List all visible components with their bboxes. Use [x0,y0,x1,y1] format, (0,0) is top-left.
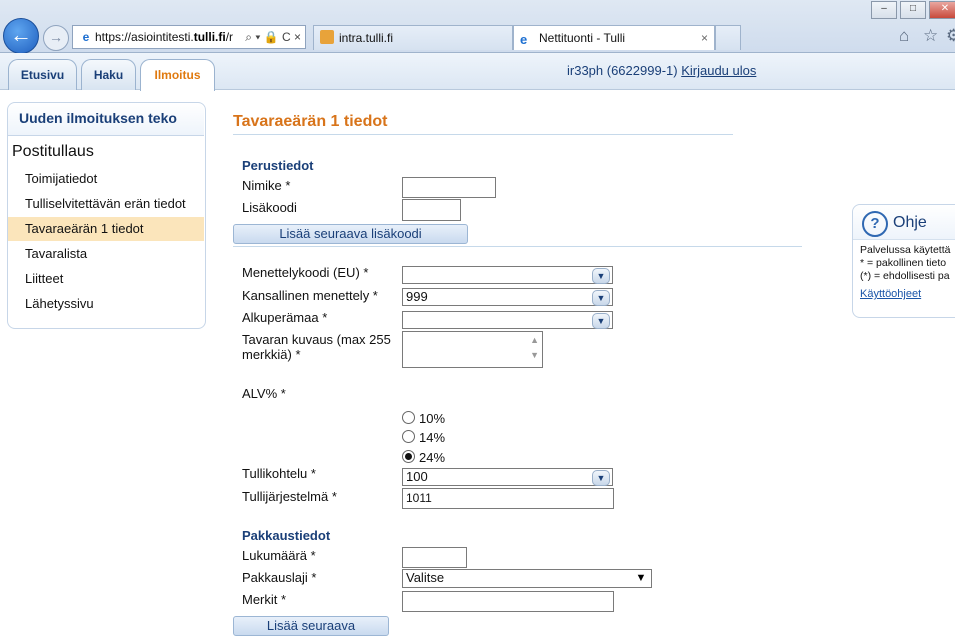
section-perustiedot: Perustiedot [242,158,314,173]
page-title: Tavaraeärän 1 tiedot [233,113,388,130]
browser-tab-intra[interactable]: intra.tulli.fi [313,25,513,50]
sidebar-title: Uuden ilmoituksen teko [19,110,177,126]
title-divider [233,134,733,135]
url-suffix: /r [225,30,234,44]
procedure-eu-select[interactable]: ▼ [402,266,613,284]
chevron-down-icon: ▼ [592,290,610,306]
chevron-down-icon: ▼ [635,572,647,584]
user-id: ir33ph (6622999-1) [567,63,678,78]
address-tools[interactable]: ⌕ ▾ 🔒 C × [245,26,301,48]
add-additional-code-button[interactable]: Lisää seuraava lisäkoodi [233,224,468,244]
radio-icon [402,411,415,424]
marks-input[interactable] [402,591,614,612]
sidebar-item-tavaralista[interactable]: Tavaralista [8,242,204,266]
url-domain: tulli.fi [193,30,226,44]
ie-page-icon: e [82,30,90,44]
sidebar-section-title: Postitullaus [12,143,94,160]
back-arrow-icon: ← [10,22,32,47]
national-procedure-value: 999 [406,289,428,304]
new-tab-button[interactable] [715,25,741,50]
vat-option-14[interactable]: 14% [402,430,445,445]
minimize-button[interactable]: – [871,1,897,19]
marks-label: Merkit * [242,592,287,607]
description-label: Tavaran kuvaus (max 255 merkkiä) * [242,332,391,362]
chevron-down-icon: ▼ [592,268,610,284]
radio-checked-icon [402,450,415,463]
origin-label: Alkuperämaa * [242,310,328,325]
customs-system-label: Tullijärjestelmä * [242,489,337,504]
logout-link[interactable]: Kirjaudu ulos [681,63,756,78]
help-title: Ohje [893,214,927,231]
back-button[interactable]: ← [3,18,39,54]
customs-treatment-label: Tullikohtelu * [242,466,316,481]
radio-icon [402,430,415,443]
nimike-input[interactable] [402,177,496,198]
procedure-eu-label: Menettelykoodi (EU) * [242,265,369,280]
home-icon[interactable]: ⌂ [899,26,909,46]
close-tab-icon[interactable]: × [701,26,708,51]
section-divider [233,246,802,247]
help-question-icon: ? [862,211,888,237]
vat-option-24[interactable]: 24% [402,450,445,465]
help-instructions-link[interactable]: Käyttöohjeet [860,288,921,300]
count-input[interactable] [402,547,467,568]
sidebar-item-tulliselvitettavan-era[interactable]: Tulliselvitettävän erän tiedot [8,192,204,216]
lisakoodi-label: Lisäkoodi [242,200,297,215]
sidebar-item-toimijatiedot[interactable]: Toimijatiedot [8,167,204,191]
help-text-line: * = pakollinen tieto [860,257,947,269]
section-pakkaustiedot: Pakkaustiedot [242,528,331,543]
package-type-value: Valitse [406,570,445,585]
vat-label: ALV% * [242,386,286,401]
browser-tab-nettituonti[interactable]: e Nettituonti - Tulli × [513,25,715,50]
tab-label: Nettituonti - Tulli [539,31,626,45]
sidebar-item-lahetyssivu[interactable]: Lähetyssivu [8,292,204,316]
lisakoodi-input[interactable] [402,199,461,221]
vat-option-label: 24% [419,450,446,465]
help-text-line: (*) = ehdollisesti pa [860,270,950,282]
customs-treatment-value: 100 [406,469,428,484]
vat-option-label: 14% [419,430,446,445]
vat-option-10[interactable]: 10% [402,411,445,426]
user-info: ir33ph (6622999-1) Kirjaudu ulos [567,63,756,78]
forward-arrow-icon: → [49,29,63,45]
maximize-button[interactable]: □ [900,1,926,19]
tab-label: intra.tulli.fi [339,31,394,45]
vat-option-label: 10% [419,411,446,426]
intra-favicon-icon [320,30,334,44]
description-textarea[interactable]: ▲ ▼ [402,331,543,368]
tab-etusivu[interactable]: Etusivu [8,59,77,90]
gear-icon[interactable]: ⚙ [946,26,955,46]
tab-ilmoitus[interactable]: Ilmoitus [140,59,215,91]
help-text-line: Palvelussa käytettä [860,244,951,256]
address-bar[interactable]: e https://asiointitesti.tulli.fi/r ⌕ ▾ 🔒 … [72,25,306,49]
chevron-down-icon: ▼ [592,313,610,329]
url-prefix: https://asiointitesti. [95,30,194,44]
package-type-select[interactable]: Valitse ▼ [402,569,652,588]
count-label: Lukumäärä * [242,548,316,563]
customs-treatment-select[interactable]: 100 ▼ [402,468,613,486]
chevron-down-icon: ▼ [592,470,610,486]
tab-haku[interactable]: Haku [81,59,136,90]
add-next-button[interactable]: Lisää seuraava [233,616,389,636]
sidebar-item-tavaraera-1[interactable]: Tavaraeärän 1 tiedot [8,217,204,241]
sidebar-item-liitteet[interactable]: Liitteet [8,267,204,291]
package-type-label: Pakkauslaji * [242,570,317,585]
nimike-label: Nimike * [242,178,291,193]
textarea-scroll-icon[interactable]: ▲ ▼ [530,333,539,363]
national-procedure-label: Kansallinen menettely * [242,288,378,303]
star-icon[interactable]: ☆ [923,26,938,46]
national-procedure-select[interactable]: 999 ▼ [402,288,613,306]
forward-button[interactable]: → [43,25,69,51]
ie-favicon-icon: e [520,32,528,47]
close-window-button[interactable]: ✕ [929,1,955,19]
origin-select[interactable]: ▼ [402,311,613,329]
customs-system-input[interactable]: 1011 [402,488,614,509]
